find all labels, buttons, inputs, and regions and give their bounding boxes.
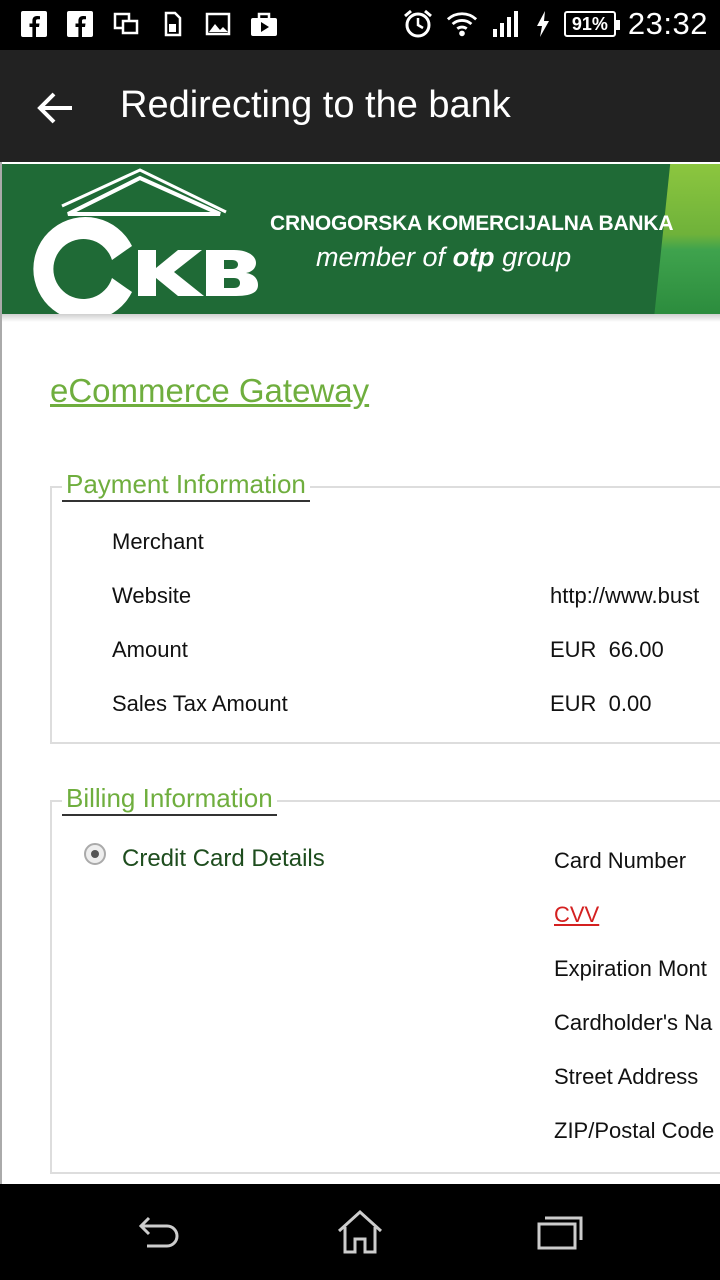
banner-shadow (2, 314, 720, 322)
ckb-logo (33, 168, 258, 318)
screenshot-icon (110, 8, 142, 40)
payment-information-legend: Payment Information (62, 468, 310, 502)
website-value: http://www.bust (550, 583, 700, 608)
sim-icon (156, 8, 188, 40)
battery-indicator: 91% (563, 11, 620, 37)
page-title: Redirecting to the bank (120, 84, 511, 126)
back-arrow-icon[interactable] (34, 86, 78, 130)
navigation-bar (0, 1184, 720, 1280)
credit-card-details-label[interactable]: Credit Card Details (122, 845, 325, 873)
ecommerce-gateway-link[interactable]: eCommerce Gateway (50, 372, 369, 410)
group-text: group (502, 242, 572, 272)
image-icon (202, 8, 234, 40)
banner-accent (653, 164, 720, 320)
street-address-label: Street Address (554, 1064, 699, 1089)
otp-text: otp (452, 242, 495, 272)
cvv-link[interactable]: CVV (554, 902, 599, 928)
charging-icon (534, 8, 552, 40)
recent-apps-icon (537, 1216, 583, 1250)
clock: 23:32 (627, 6, 708, 41)
bag-icon (248, 8, 280, 40)
expiration-month-label: Expiration Mont (554, 956, 707, 981)
webview[interactable]: CRNOGORSKA KOMERCIJALNA BANKA member of … (0, 162, 720, 1184)
member-of-text: member of (316, 242, 446, 272)
recent-apps-button[interactable] (530, 1206, 590, 1258)
system-status: 91% 23:32 (402, 6, 708, 42)
wifi-icon (446, 8, 478, 40)
signal-icon (490, 8, 522, 40)
cardholder-name-label: Cardholder's Na (554, 1010, 713, 1035)
notification-icons (18, 8, 280, 40)
status-bar: 91% 23:32 (0, 0, 720, 50)
billing-information-legend: Billing Information (62, 782, 277, 816)
bank-tagline: member of otp group (316, 242, 571, 273)
card-number-label: Card Number (554, 848, 687, 873)
facebook-icon (64, 8, 96, 40)
amount-label: Amount (112, 637, 188, 662)
sales-tax-value: EUR 0.00 (550, 691, 652, 716)
bank-name: CRNOGORSKA KOMERCIJALNA BANKA (270, 212, 674, 235)
website-label: Website (112, 583, 192, 608)
back-button[interactable] (130, 1206, 190, 1258)
merchant-label: Merchant (112, 529, 204, 554)
action-bar: Redirecting to the bank (0, 50, 720, 162)
zip-code-label: ZIP/Postal Code (554, 1118, 715, 1143)
bank-banner: CRNOGORSKA KOMERCIJALNA BANKA member of … (2, 164, 720, 320)
facebook-icon (18, 8, 50, 40)
home-button[interactable] (330, 1206, 390, 1258)
credit-card-radio[interactable] (84, 843, 106, 865)
amount-value: EUR 66.00 (550, 637, 664, 662)
back-nav-icon (138, 1216, 179, 1248)
alarm-icon (402, 8, 434, 40)
home-icon (337, 1209, 383, 1254)
sales-tax-label: Sales Tax Amount (112, 691, 288, 716)
